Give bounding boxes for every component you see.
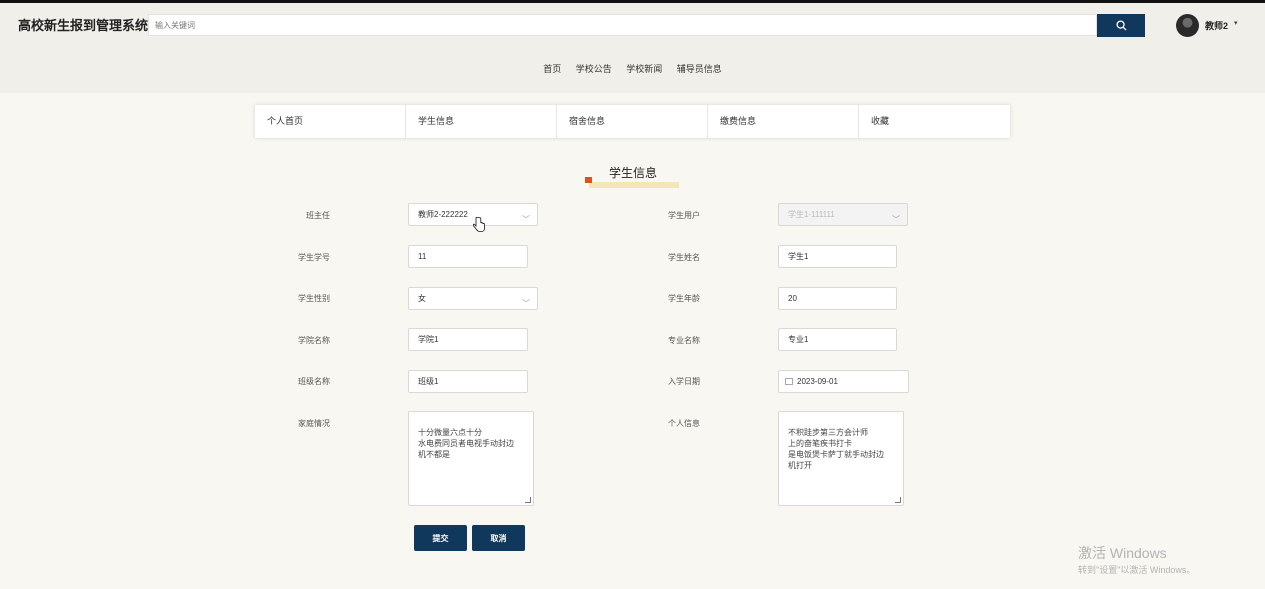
personal-info-value: 不积跬步第三方会计师 上的奋笔疾书打卡 是电饭煲卡萨丁就手动封边 机打开 — [788, 428, 884, 470]
search-icon — [1115, 20, 1127, 31]
app-title: 高校新生报到管理系统 — [18, 18, 149, 33]
class-name-input[interactable]: 班级1 — [408, 370, 528, 393]
activation-watermark-title: 激活 Windows — [1078, 545, 1167, 561]
tab-favorites[interactable]: 收藏 — [859, 105, 1010, 138]
profile-tabs: 个人首页 学生信息 宿舍信息 缴费信息 收藏 — [255, 105, 1010, 138]
label-personal-info: 个人信息 — [668, 419, 700, 428]
title-flag-icon — [585, 177, 592, 183]
personal-info-textarea[interactable]: 不积跬步第三方会计师 上的奋笔疾书打卡 是电饭煲卡萨丁就手动封边 机打开 — [778, 411, 904, 506]
student-user-select: 学生1-111111 ﹀ — [778, 203, 908, 226]
label-class-name: 班级名称 — [298, 377, 330, 386]
head-teacher-value: 教师2-222222 — [418, 210, 468, 219]
resize-handle-icon[interactable] — [525, 497, 531, 503]
label-major-name: 专业名称 — [668, 336, 700, 345]
family-situation-textarea[interactable]: 十分微量六点十分 水电费同员者电视手动封边 机不都是 — [408, 411, 534, 506]
enrollment-date-input[interactable]: 2023-09-01 — [778, 370, 909, 393]
tab-payment-info[interactable]: 缴费信息 — [708, 105, 859, 138]
label-student-user: 学生用户 — [668, 211, 700, 220]
search-input[interactable] — [148, 14, 1097, 36]
resize-handle-icon[interactable] — [895, 497, 901, 503]
label-enrollment-date: 入学日期 — [668, 377, 700, 386]
student-user-value: 学生1-111111 — [788, 210, 835, 219]
page-title: 学生信息 — [609, 166, 658, 180]
cancel-button[interactable]: 取消 — [472, 525, 525, 551]
hand-cursor-icon — [473, 217, 485, 232]
title-underline — [589, 182, 679, 188]
header: 高校新生报到管理系统 教师2 ▾ 首页 学校公告 学校新闻 辅导员信息 — [0, 3, 1265, 93]
user-name[interactable]: 教师2 — [1205, 19, 1228, 32]
enrollment-date-value: 2023-09-01 — [797, 377, 838, 386]
student-gender-value: 女 — [418, 294, 426, 303]
label-student-name: 学生姓名 — [668, 253, 700, 262]
search-button[interactable] — [1097, 14, 1145, 37]
student-name-input[interactable]: 学生1 — [778, 245, 897, 268]
avatar[interactable] — [1176, 14, 1199, 37]
main-nav: 首页 学校公告 学校新闻 辅导员信息 — [0, 62, 1265, 75]
student-gender-select[interactable]: 女 ﹀ — [408, 287, 538, 310]
college-name-input[interactable]: 学院1 — [408, 328, 528, 351]
activation-watermark-hint: 转到"设置"以激活 Windows。 — [1078, 565, 1196, 575]
tab-personal-home[interactable]: 个人首页 — [255, 105, 406, 138]
family-situation-value: 十分微量六点十分 水电费同员者电视手动封边 机不都是 — [418, 428, 514, 459]
submit-button[interactable]: 提交 — [414, 525, 467, 551]
major-name-input[interactable]: 专业1 — [778, 328, 897, 351]
tab-student-info[interactable]: 学生信息 — [406, 105, 557, 138]
label-head-teacher: 班主任 — [306, 211, 330, 220]
calendar-icon — [785, 378, 793, 386]
label-family-situation: 家庭情况 — [298, 419, 330, 428]
nav-home[interactable]: 首页 — [543, 62, 561, 75]
tab-dorm-info[interactable]: 宿舍信息 — [557, 105, 708, 138]
label-student-gender: 学生性别 — [298, 294, 330, 303]
nav-news[interactable]: 学校新闻 — [626, 62, 662, 75]
chevron-down-icon: ﹀ — [892, 215, 900, 224]
label-student-id: 学生学号 — [298, 253, 330, 262]
chevron-down-icon: ﹀ — [522, 215, 530, 224]
nav-announcements[interactable]: 学校公告 — [576, 62, 612, 75]
chevron-down-icon: ﹀ — [522, 299, 530, 308]
user-menu-caret-icon[interactable]: ▾ — [1234, 19, 1238, 27]
label-college-name: 学院名称 — [298, 336, 330, 345]
nav-counselor-info[interactable]: 辅导员信息 — [677, 62, 722, 75]
student-age-input[interactable]: 20 — [778, 287, 897, 310]
student-id-input[interactable]: 11 — [408, 245, 528, 268]
label-student-age: 学生年龄 — [668, 294, 700, 303]
